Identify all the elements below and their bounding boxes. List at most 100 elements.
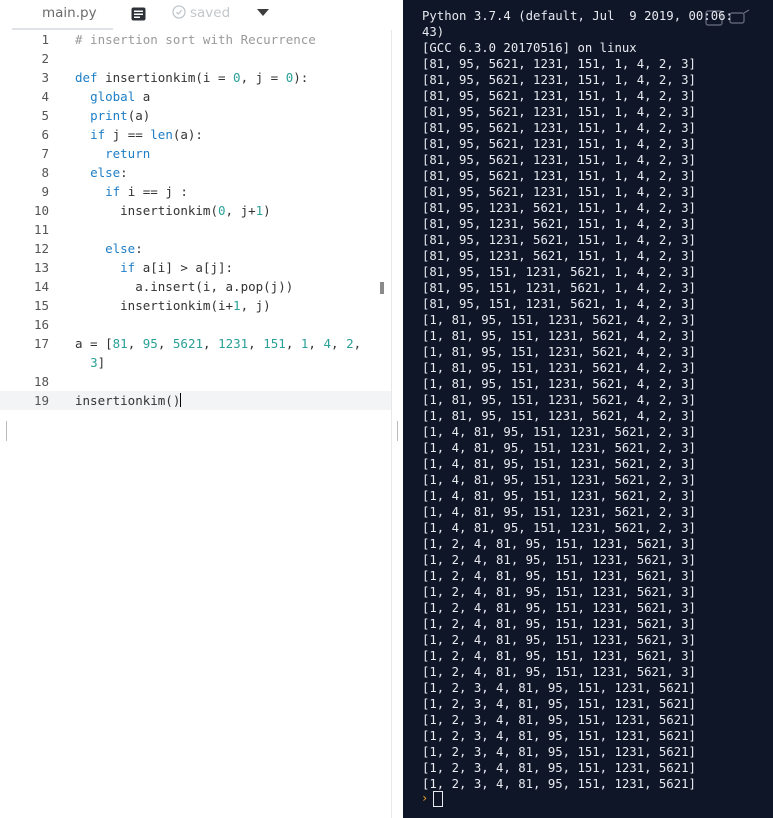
code-text[interactable]: a.insert(i, a.pop(j)) — [75, 277, 293, 296]
code-line[interactable]: 6 if j == len(a): — [0, 125, 391, 144]
code-line[interactable]: 16 — [0, 315, 391, 334]
code-text[interactable]: global a — [75, 87, 150, 106]
line-number: 17 — [33, 336, 49, 351]
console-output-line: [1, 81, 95, 151, 1231, 5621, 4, 2, 3] — [422, 329, 696, 343]
saved-status: saved — [172, 5, 230, 21]
code-text[interactable]: else: — [75, 239, 143, 258]
line-number: 2 — [41, 51, 49, 66]
console-output-line: [81, 95, 5621, 1231, 151, 1, 4, 2, 3] — [422, 57, 696, 71]
console-output-line: [1, 2, 4, 81, 95, 151, 1231, 5621, 3] — [422, 537, 696, 551]
code-text[interactable]: def insertionkim(i = 0, j = 0): — [75, 68, 308, 87]
console-output-line: [1, 2, 4, 81, 95, 151, 1231, 5621, 3] — [422, 601, 696, 615]
code-line[interactable]: 7 return — [0, 144, 391, 163]
console-output-line: [1, 2, 3, 4, 81, 95, 151, 1231, 5621] — [422, 761, 696, 775]
console-output-line: [81, 95, 5621, 1231, 151, 1, 4, 2, 3] — [422, 137, 696, 151]
console-output-line: [1, 81, 95, 151, 1231, 5621, 4, 2, 3] — [422, 361, 696, 375]
code-line[interactable]: 14 a.insert(i, a.pop(j)) — [0, 277, 391, 296]
line-number: 10 — [33, 203, 49, 218]
console-output-line: [1, 2, 3, 4, 81, 95, 151, 1231, 5621] — [422, 729, 696, 743]
console-output-line: [1, 2, 4, 81, 95, 151, 1231, 5621, 3] — [422, 569, 696, 583]
console-output-line: [GCC 6.3.0 20170516] on linux — [422, 41, 637, 55]
console-output-line: [1, 2, 3, 4, 81, 95, 151, 1231, 5621] — [422, 681, 696, 695]
code-text[interactable]: insertionkim(0, j+1) — [75, 201, 271, 220]
console-output-line: Python 3.7.4 (default, Jul 9 2019, 00:06… — [422, 9, 733, 23]
chevron-down-icon[interactable] — [257, 9, 269, 16]
code-line[interactable]: 3] — [0, 353, 391, 372]
console-output-line: [81, 95, 151, 1231, 5621, 1, 4, 2, 3] — [422, 265, 696, 279]
pane-resize-handle-right[interactable] — [397, 421, 398, 441]
code-text[interactable]: insertionkim() — [75, 391, 182, 410]
code-line[interactable]: 15 insertionkim(i+1, j) — [0, 296, 391, 315]
code-line[interactable]: 13 if a[i] > a[j]: — [0, 258, 391, 277]
line-number: 16 — [33, 317, 49, 332]
console-output-line: [81, 95, 151, 1231, 5621, 1, 4, 2, 3] — [422, 297, 696, 311]
console-output-line: [1, 81, 95, 151, 1231, 5621, 4, 2, 3] — [422, 393, 696, 407]
code-text[interactable]: 3] — [75, 353, 105, 372]
code-line[interactable]: 5 print(a) — [0, 106, 391, 125]
code-line[interactable]: 19 insertionkim() — [0, 391, 391, 410]
console-output-line: [1, 4, 81, 95, 151, 1231, 5621, 2, 3] — [422, 473, 696, 487]
line-number: 12 — [33, 241, 49, 256]
code-text[interactable]: # insertion sort with Recurrence — [75, 30, 316, 49]
line-number: 4 — [41, 89, 49, 104]
code-text[interactable]: if i == j : — [75, 182, 188, 201]
console-output-line: [1, 81, 95, 151, 1231, 5621, 4, 2, 3] — [422, 345, 696, 359]
console-output-line: [81, 95, 1231, 5621, 151, 1, 4, 2, 3] — [422, 217, 696, 231]
line-number: 11 — [33, 222, 49, 237]
console-output-line: [81, 95, 5621, 1231, 151, 1, 4, 2, 3] — [422, 121, 696, 135]
console-panel[interactable]: Python 3.7.4 (default, Jul 9 2019, 00:06… — [403, 0, 773, 818]
code-text[interactable]: else: — [75, 163, 128, 182]
code-editor[interactable]: 1 # insertion sort with Recurrence 2 3 def i… — [0, 30, 391, 818]
code-line[interactable]: 17 a = [81, 95, 5621, 1231, 151, 1, 4, 2, — [0, 334, 391, 353]
line-number: 5 — [41, 108, 49, 123]
editor-panel: main.py saved 1 # insertion sort with Rec… — [0, 0, 404, 818]
console-output-line: [1, 2, 3, 4, 81, 95, 151, 1231, 5621] — [422, 697, 696, 711]
code-line[interactable]: 11 — [0, 220, 391, 239]
console-output-line: [1, 4, 81, 95, 151, 1231, 5621, 2, 3] — [422, 505, 696, 519]
console-output-line: [1, 2, 4, 81, 95, 151, 1231, 5621, 3] — [422, 617, 696, 631]
console-output-line: [81, 95, 151, 1231, 5621, 1, 4, 2, 3] — [422, 281, 696, 295]
code-text[interactable]: if j == len(a): — [75, 125, 203, 144]
code-line[interactable]: 3 def insertionkim(i = 0, j = 0): — [0, 68, 391, 87]
saved-label: saved — [190, 5, 231, 21]
console-output-line: [81, 95, 1231, 5621, 151, 1, 4, 2, 3] — [422, 233, 696, 247]
console-output-line: [1, 81, 95, 151, 1231, 5621, 4, 2, 3] — [422, 377, 696, 391]
code-text[interactable]: insertionkim(i+1, j) — [75, 296, 271, 315]
code-text[interactable]: a = [81, 95, 5621, 1231, 151, 1, 4, 2, — [75, 334, 361, 353]
notes-icon[interactable] — [131, 7, 146, 21]
console-output-line: [1, 4, 81, 95, 151, 1231, 5621, 2, 3] — [422, 441, 696, 455]
console-output-line: [1, 2, 3, 4, 81, 95, 151, 1231, 5621] — [422, 777, 696, 791]
code-line[interactable]: 12 else: — [0, 239, 391, 258]
line-number: 3 — [41, 70, 49, 85]
line-number: 8 — [41, 165, 49, 180]
code-line[interactable]: 2 — [0, 49, 391, 68]
code-text[interactable]: return — [75, 144, 150, 163]
line-number: 7 — [41, 146, 49, 161]
editor-scrollbar-thumb[interactable] — [380, 282, 384, 294]
line-number: 14 — [33, 279, 49, 294]
code-line[interactable]: 10 insertionkim(0, j+1) — [0, 201, 391, 220]
code-text[interactable]: if a[i] > a[j]: — [75, 258, 233, 277]
code-text[interactable]: print(a) — [75, 106, 150, 125]
console-output-line: [1, 2, 4, 81, 95, 151, 1231, 5621, 3] — [422, 649, 696, 663]
console-output-line: [1, 81, 95, 151, 1231, 5621, 4, 2, 3] — [422, 313, 696, 327]
tab-bar: main.py saved — [0, 0, 403, 30]
console-output-line: [1, 2, 4, 81, 95, 151, 1231, 5621, 3] — [422, 633, 696, 647]
pane-resize-handle-left[interactable] — [6, 421, 7, 441]
code-line[interactable]: 8 else: — [0, 163, 391, 182]
line-number: 19 — [33, 393, 49, 408]
line-number: 18 — [33, 374, 49, 389]
code-line[interactable]: 9 if i == j : — [0, 182, 391, 201]
console-input-cursor[interactable] — [433, 791, 443, 807]
console-output-line: [1, 4, 81, 95, 151, 1231, 5621, 2, 3] — [422, 489, 696, 503]
console-output-line: [81, 95, 1231, 5621, 151, 1, 4, 2, 3] — [422, 249, 696, 263]
code-line[interactable]: 18 — [0, 372, 391, 391]
line-number: 1 — [41, 32, 49, 47]
code-line[interactable]: 1 # insertion sort with Recurrence — [0, 30, 391, 49]
tab-main-py[interactable]: main.py — [42, 5, 97, 21]
code-line[interactable]: 4 global a — [0, 87, 391, 106]
line-number: 15 — [33, 298, 49, 313]
console-output-line: [81, 95, 5621, 1231, 151, 1, 4, 2, 3] — [422, 169, 696, 183]
line-number: 6 — [41, 127, 49, 142]
cloud-check-icon — [172, 5, 186, 19]
